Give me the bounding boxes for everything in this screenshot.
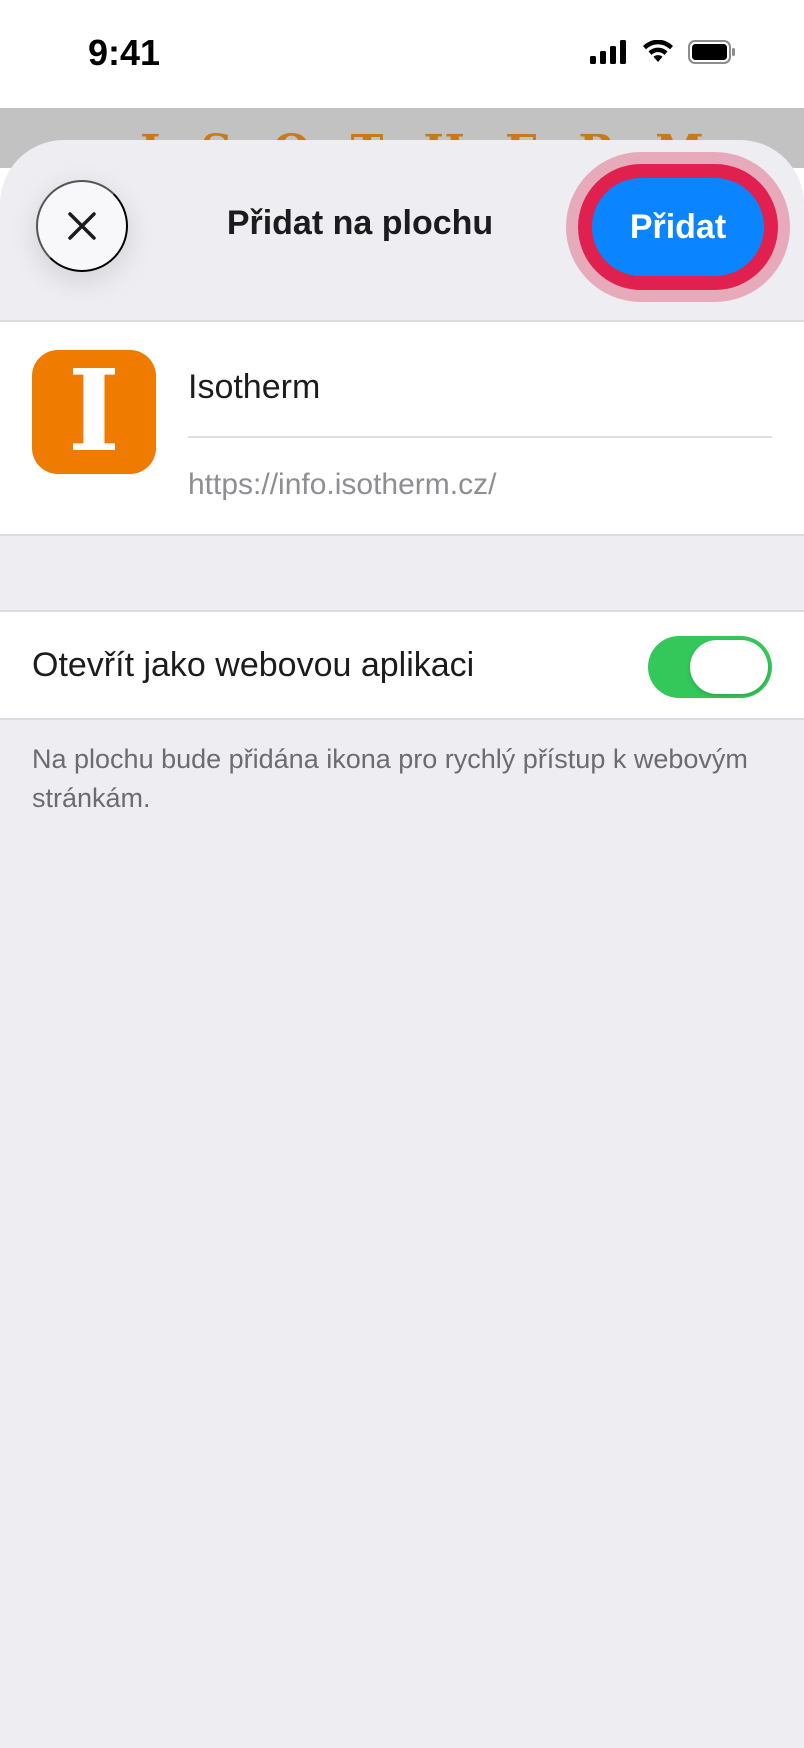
app-info-card: I https://info.isotherm.cz/ (0, 322, 804, 536)
wifi-icon (643, 40, 673, 62)
app-url: https://info.isotherm.cz/ (188, 468, 497, 501)
app-icon: I (32, 350, 156, 474)
add-button[interactable]: Přidat (592, 178, 764, 276)
cellular-signal-icon (590, 40, 626, 64)
status-icons (590, 40, 736, 64)
web-app-option-label: Otevřít jako webovou aplikaci (32, 646, 475, 684)
app-icon-letter: I (67, 346, 121, 477)
status-time: 9:41 (88, 32, 161, 73)
web-app-option-row: Otevřít jako webovou aplikaci (0, 610, 804, 720)
status-bar: 9:41 (0, 0, 804, 108)
toggle-knob (690, 640, 768, 694)
divider (188, 436, 772, 438)
battery-icon (688, 40, 735, 64)
app-name-field[interactable] (188, 362, 768, 412)
footnote-text: Na plochu bude přidána ikona pro rychlý … (32, 744, 748, 813)
web-app-toggle[interactable] (648, 636, 772, 698)
add-to-home-sheet: Přidat na plochu Přidat I https://info.i… (0, 140, 804, 1748)
